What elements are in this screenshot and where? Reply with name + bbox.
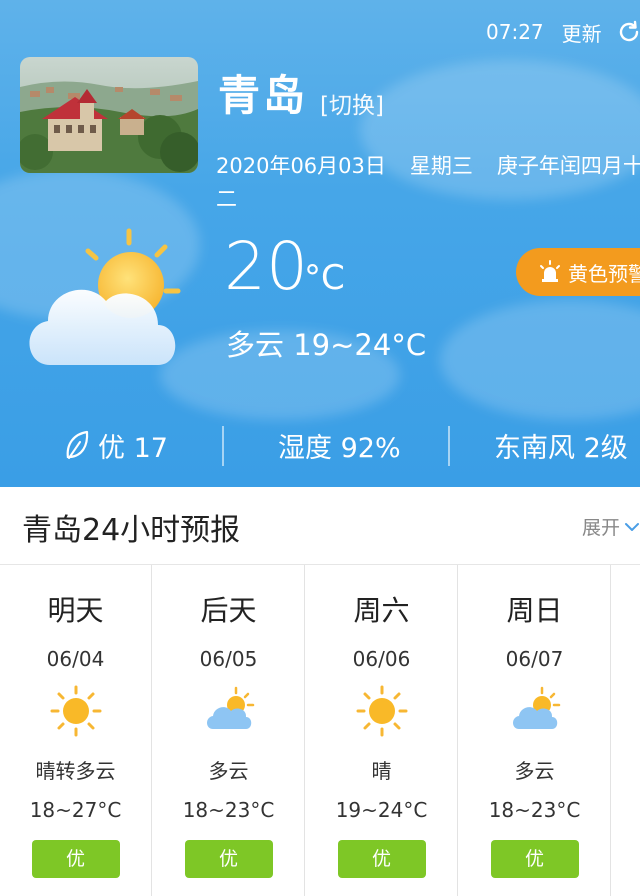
top-bar: 07:27 更新 [486, 16, 640, 48]
background-cloud [440, 300, 640, 420]
expand-button[interactable]: 展开 [582, 513, 640, 540]
forecast-header: 青岛24小时预报 展开 [0, 487, 640, 565]
aqi-stat[interactable]: 优 17 [64, 426, 168, 465]
current-temperature: 20 [224, 228, 308, 305]
forecast-day-card[interactable]: 明天 06/04 晴转多云 18~27°C 优 [0, 565, 152, 896]
clock-time: 07:27 [486, 20, 544, 44]
gregorian-date: 2020年06月03日 [216, 154, 386, 178]
refresh-label[interactable]: 更新 [562, 18, 602, 47]
cloud-sun-icon [206, 686, 254, 729]
day-temperature-range: 18~23°C [488, 798, 581, 822]
refresh-icon[interactable] [616, 19, 640, 45]
day-name: 周日 [506, 594, 563, 627]
aqi-badge: 优 [31, 840, 120, 878]
day-date: 06/06 [352, 647, 411, 671]
day-name: 周六 [353, 594, 410, 627]
day-date: 06/05 [199, 647, 258, 671]
forecast-day-card[interactable]: 后天 06/05 多云 18~23°C 优 [153, 565, 305, 896]
switch-city-link[interactable]: [切换] [320, 86, 384, 120]
day-temperature-range: 19~24°C [335, 798, 428, 822]
day-condition: 多云 [208, 759, 249, 783]
sun-icon [50, 685, 101, 737]
humidity-stat: 湿度 92% [278, 426, 401, 465]
day-condition: 晴转多云 [35, 759, 116, 783]
forecast-day-card[interactable]: 周日 06/07 多云 18~23°C 优 [459, 565, 611, 896]
alarm-light-icon [540, 260, 560, 282]
wind-value: 东南风 2级 [494, 433, 628, 464]
lunar-date: 庚子年闰四月十 [496, 154, 640, 178]
weather-hero: 07:27 更新 青岛 [切换] 2020年06月03日 星期三 庚子年闰四月十… [0, 0, 640, 487]
city-name: 青岛 [218, 71, 309, 120]
city-photo [20, 57, 198, 173]
day-date: 06/07 [505, 647, 564, 671]
stats-bar: 优 17 湿度 92% 东南风 2级 [0, 418, 640, 474]
lunar-date-continued: 二 [216, 187, 237, 211]
date-line: 2020年06月03日 星期三 庚子年闰四月十 [216, 150, 640, 180]
day-condition: 晴 [371, 759, 392, 783]
chevron-down-icon [625, 522, 640, 531]
day-temperature-range: 18~23°C [182, 798, 275, 822]
day-name: 后天 [200, 594, 257, 627]
leaf-icon [66, 430, 89, 459]
day-temperature-range: 18~27°C [29, 798, 122, 822]
sun-icon [356, 685, 407, 737]
alert-label: 黄色预警 [568, 261, 640, 286]
aqi-badge: 优 [490, 840, 579, 878]
day-name: 明天 [47, 594, 104, 627]
day-date: 06/04 [46, 647, 105, 671]
expand-label: 展开 [582, 517, 621, 539]
forecast-title: 青岛24小时预报 [22, 513, 241, 548]
aqi-badge: 优 [184, 840, 273, 878]
forecast-day-card-partial[interactable] [612, 565, 640, 896]
wind-stat: 东南风 2级 [494, 426, 628, 465]
day-condition: 多云 [514, 759, 555, 783]
humidity-value: 湿度 92% [278, 433, 401, 464]
aqi-value: 优 17 [98, 433, 168, 464]
forecast-list: 明天 06/04 晴转多云 18~27°C 优 后天 06/05 多云 18~2… [0, 565, 640, 896]
weather-alert-badge[interactable]: 黄色预警 [516, 248, 640, 296]
stat-divider [448, 426, 450, 466]
temperature-unit: °C [304, 258, 345, 298]
condition-range: 多云 19~24°C [226, 328, 427, 362]
forecast-day-card[interactable]: 周六 06/06 晴 19~24°C 优 [306, 565, 458, 896]
partly-cloudy-icon [29, 228, 181, 365]
cloud-sun-icon [512, 686, 560, 729]
weekday: 星期三 [409, 154, 473, 178]
aqi-badge: 优 [337, 840, 426, 878]
stat-divider [222, 426, 224, 466]
